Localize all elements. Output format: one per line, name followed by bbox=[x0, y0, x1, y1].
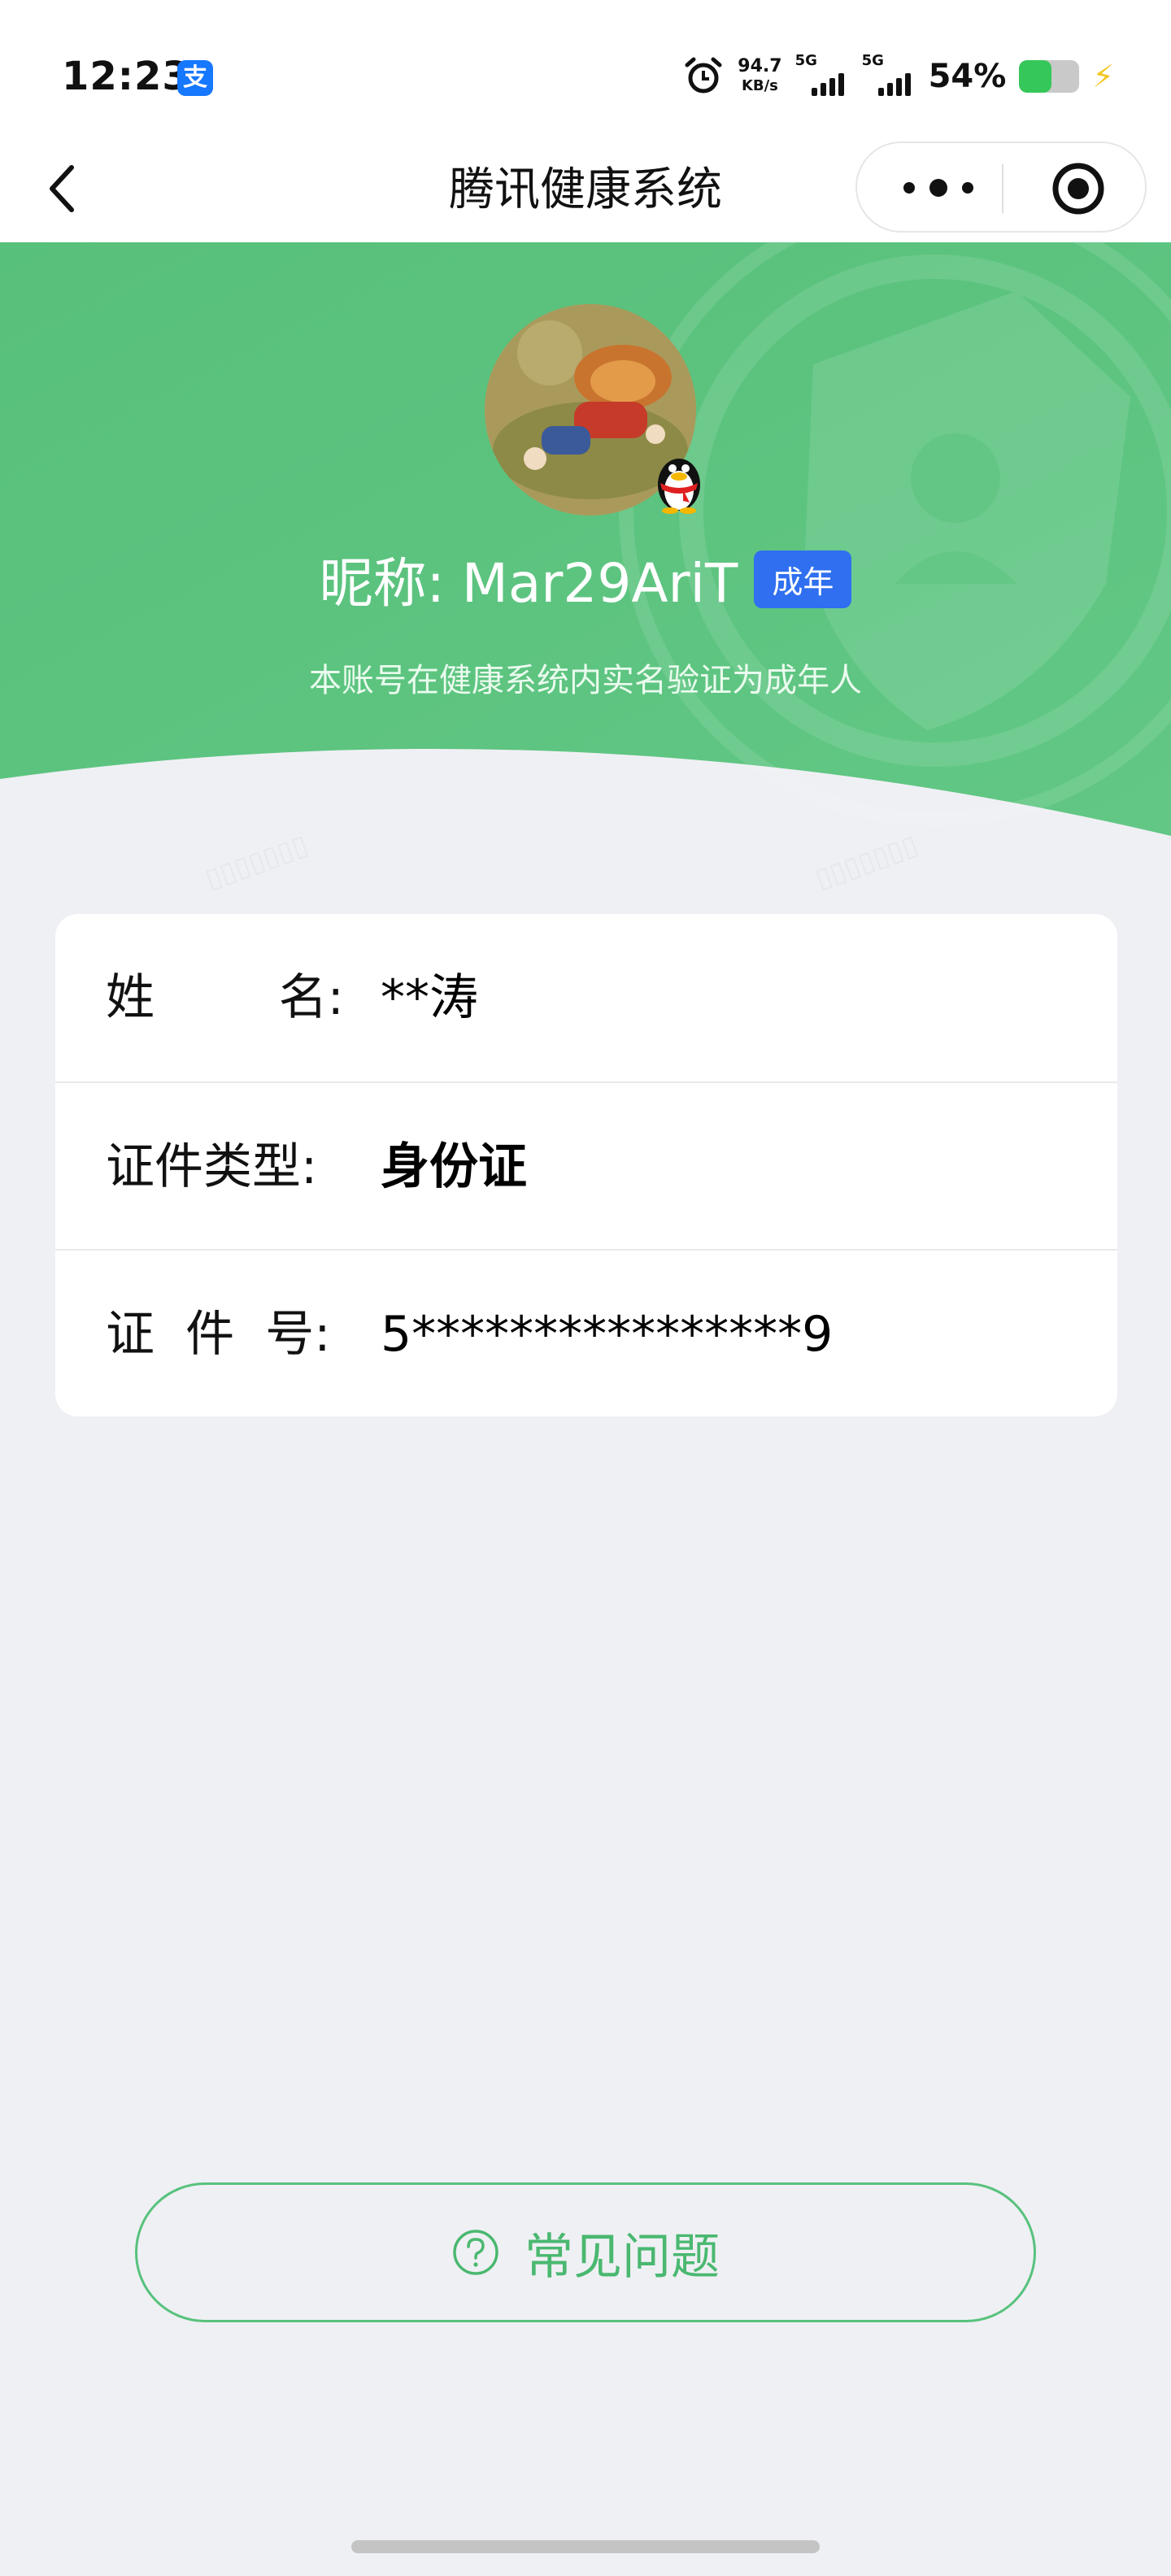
id-type-label: 证件类型: bbox=[106, 1138, 318, 1195]
signal-2-label: 5G bbox=[861, 52, 884, 69]
miniprogram-capsule bbox=[855, 141, 1147, 233]
info-row-id-type: 证件类型: 身份证 bbox=[55, 1081, 1117, 1249]
battery-percent: 54% bbox=[928, 58, 1007, 95]
status-bar: 12:23 支 94.7 KB/s 5G 5G 54% ⚡ bbox=[0, 0, 1171, 138]
faq-button[interactable]: 常见问题 bbox=[135, 2182, 1036, 2322]
id-number-label: 证 件 号: bbox=[106, 1306, 331, 1363]
name-label: 姓 名: bbox=[106, 969, 344, 1026]
question-circle-icon bbox=[453, 2230, 498, 2275]
home-indicator[interactable] bbox=[351, 2540, 820, 2553]
faq-label: 常见问题 bbox=[525, 2228, 720, 2286]
name-value: **涛 bbox=[381, 969, 478, 1026]
nickname-row: 昵称: Mar29AriT 成年 bbox=[0, 540, 1171, 618]
nickname: 昵称: Mar29AriT bbox=[319, 552, 738, 615]
status-icons: 94.7 KB/s 5G 5G 54% ⚡ bbox=[682, 52, 1114, 101]
charging-bolt-icon: ⚡ bbox=[1092, 59, 1114, 94]
id-number-value: 5****************9 bbox=[381, 1306, 834, 1363]
network-speed-value: 94.7 bbox=[738, 56, 782, 76]
adult-badge: 成年 bbox=[754, 550, 852, 608]
status-time: 12:23 bbox=[62, 54, 190, 99]
qq-penguin-icon bbox=[658, 459, 700, 514]
info-row-id-number: 证 件 号: 5****************9 bbox=[55, 1249, 1117, 1416]
close-target-icon[interactable] bbox=[1049, 159, 1108, 218]
network-speed: 94.7 KB/s bbox=[738, 57, 781, 96]
capsule-divider bbox=[1002, 164, 1003, 213]
battery-icon bbox=[1019, 60, 1080, 93]
signal-1-label: 5G bbox=[794, 52, 817, 69]
alipay-notification-icon: 支 bbox=[177, 60, 213, 96]
signal-2-icon: 5G bbox=[862, 52, 916, 96]
signal-1-icon: 5G bbox=[795, 52, 849, 96]
identity-info-card: 姓 名: **涛 证件类型: 身份证 证 件 号: 5*************… bbox=[55, 914, 1117, 1416]
alarm-icon bbox=[685, 57, 722, 94]
navigation-bar: 腾讯健康系统 bbox=[0, 138, 1171, 242]
more-dots-icon[interactable] bbox=[898, 168, 979, 208]
info-row-name: 姓 名: **涛 bbox=[55, 914, 1117, 1081]
network-speed-unit: KB/s bbox=[741, 77, 778, 94]
id-type-value: 身份证 bbox=[381, 1138, 527, 1195]
verification-text: 本账号在健康系统内实名验证为成年人 bbox=[309, 662, 862, 699]
